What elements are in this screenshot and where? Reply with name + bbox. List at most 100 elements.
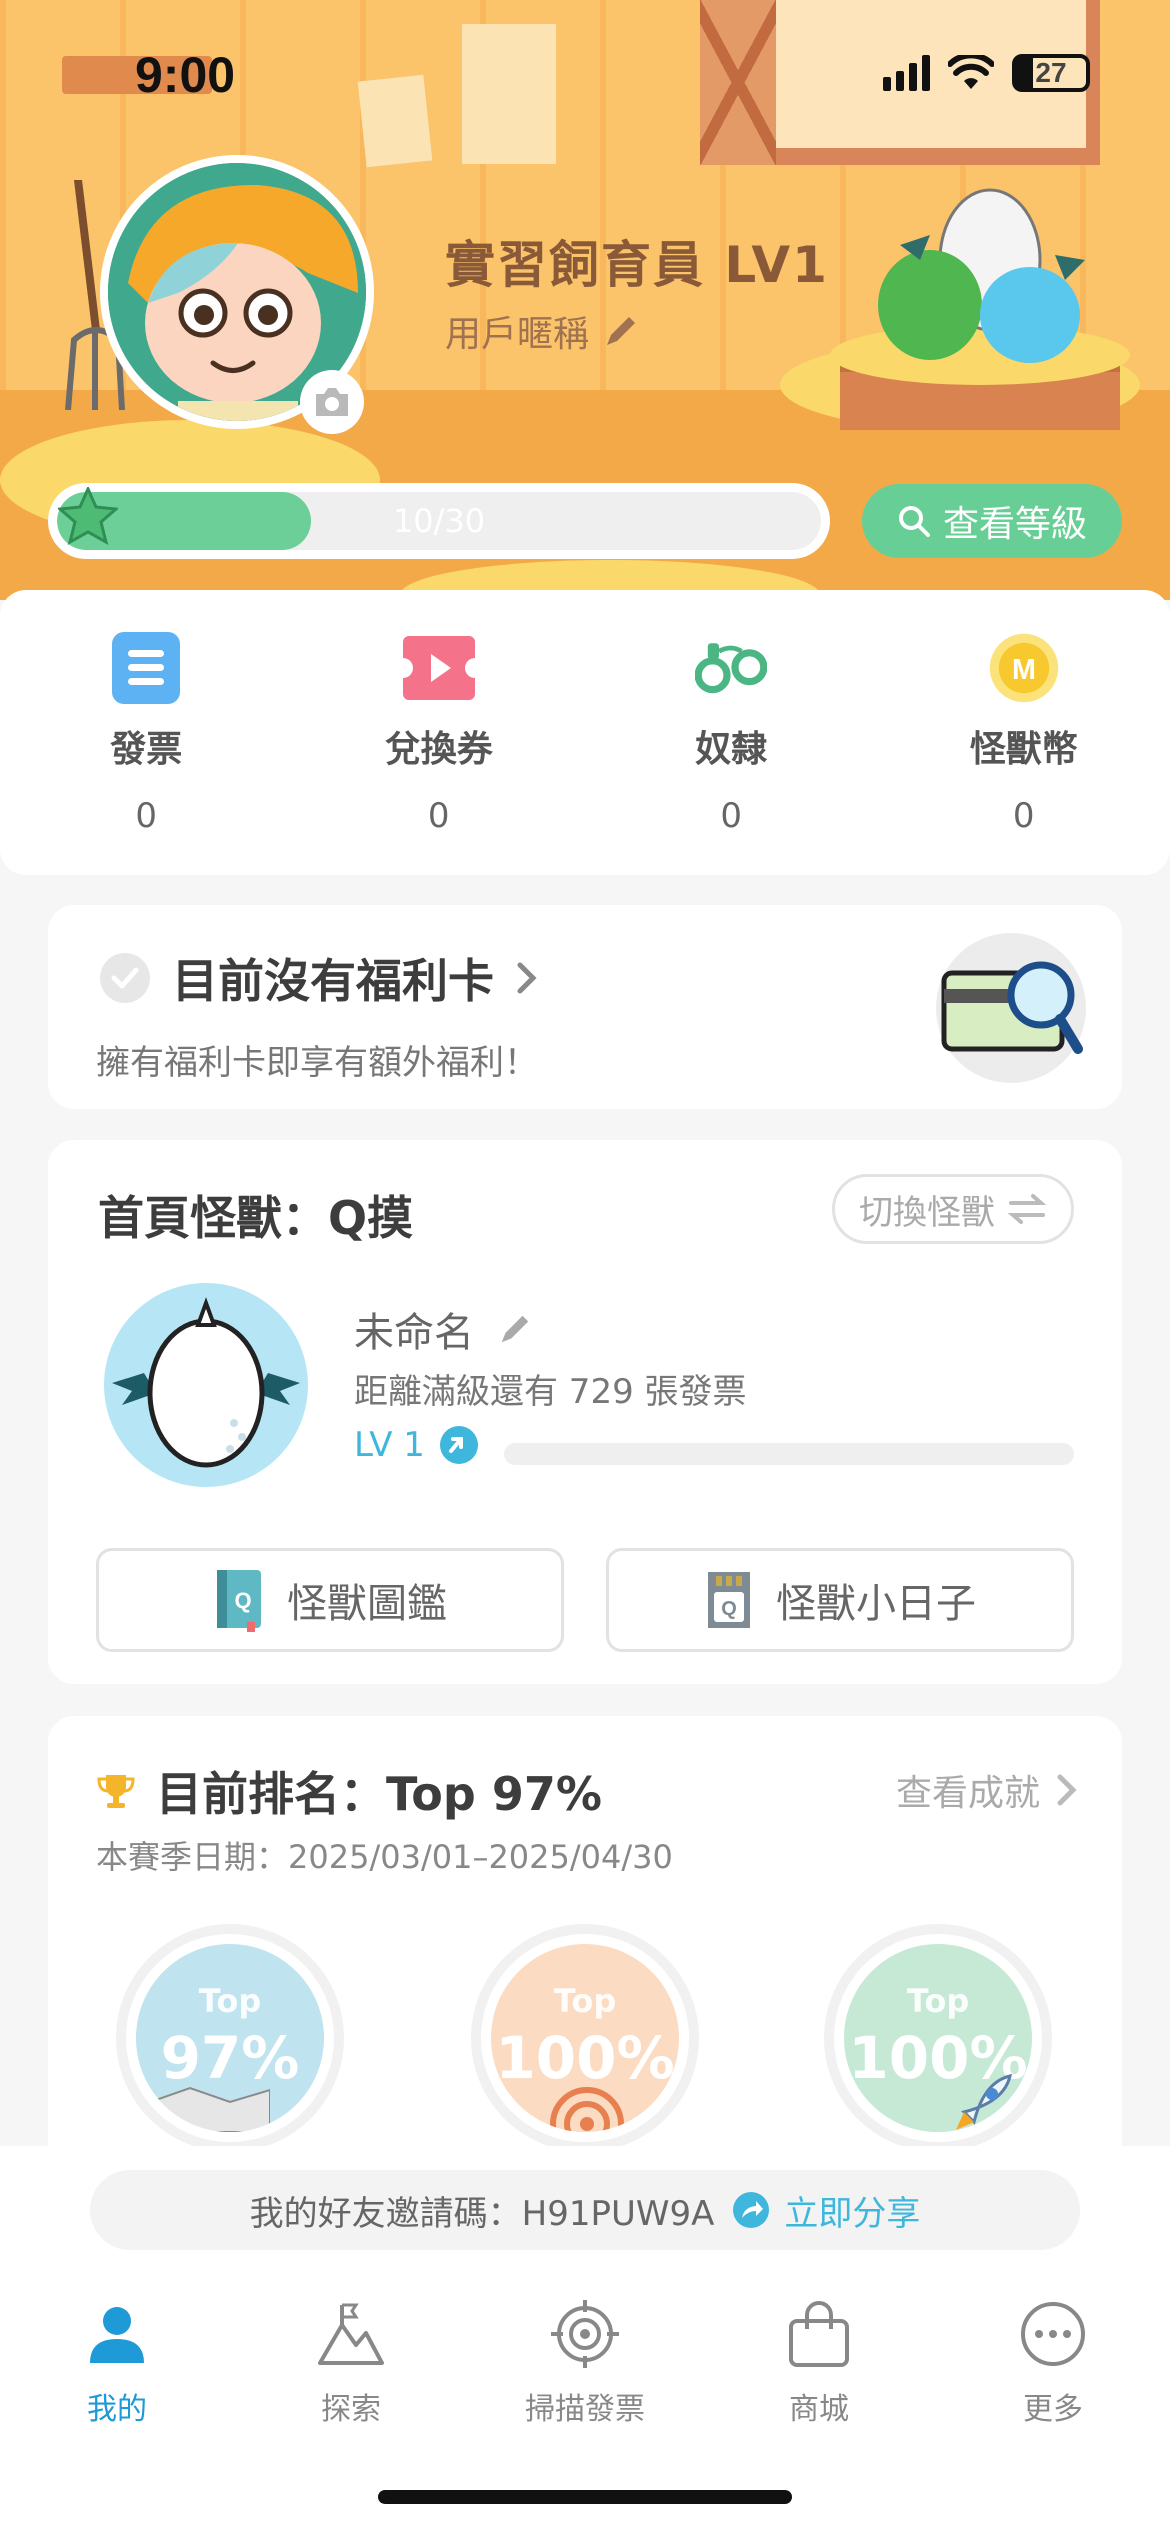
view-level-button[interactable]: 查看等級 [862, 484, 1122, 558]
monster-book-button[interactable]: Q 怪獸圖鑑 [96, 1548, 564, 1652]
egg-nest-illustration [830, 188, 1130, 430]
stat-label: 怪獸幣 [969, 729, 1078, 770]
switch-monster-button[interactable]: 切換怪獸 [832, 1174, 1074, 1244]
monster-diary-button[interactable]: Q 怪獸小日子 [606, 1548, 1074, 1652]
monster-name-edit[interactable]: 未命名 [354, 1300, 532, 1358]
welfare-card[interactable]: 目前沒有福利卡 擁有福利卡即享有額外福利！ [48, 905, 1122, 1109]
stats-bar: 發票 0 兌換券 0 奴隸 0 M 怪獸幣 0 [0, 590, 1170, 875]
status-icons: 27 [883, 54, 1090, 92]
view-achievements-label: 查看成就 [895, 1773, 1040, 1814]
wifi-icon [948, 55, 994, 89]
view-level-label: 查看等級 [942, 504, 1087, 545]
view-achievements-link[interactable]: 查看成就 [896, 1764, 1078, 1816]
card-magnifier-icon [941, 961, 1083, 1054]
welfare-subtitle: 擁有福利卡即享有額外福利！ [96, 1043, 538, 1083]
rank-ring-fill: Top 100% [491, 1944, 679, 2132]
tab-profile[interactable]: 我的 [0, 2296, 234, 2428]
level-up-arrow-icon [439, 1426, 478, 1464]
tab-label: 探索 [321, 2392, 381, 2427]
handcuffs-icon [695, 632, 768, 704]
experience-progress-bar: 10/30 [48, 483, 830, 559]
user-title: 實習飼育員 LV1 [445, 236, 829, 294]
coin-icon: M [988, 632, 1060, 704]
stat-vouchers[interactable]: 兌換券 0 [293, 590, 586, 875]
stat-invoices[interactable]: 發票 0 [0, 590, 293, 875]
search-icon [898, 506, 930, 537]
check-icon [100, 953, 150, 1003]
home-indicator [378, 2490, 792, 2504]
monster-avatar[interactable] [104, 1283, 308, 1487]
memory-card-icon: Q [708, 1572, 750, 1628]
welfare-card-illustration [936, 933, 1086, 1083]
cellular-signal-icon [883, 55, 930, 91]
tab-explore[interactable]: 探索 [234, 2296, 468, 2428]
stat-label: 發票 [110, 729, 183, 770]
rank-ring-1[interactable]: Top 97% [116, 1924, 344, 2152]
mountain-flag-icon [313, 2296, 389, 2372]
rank-ring-top: Top [906, 1982, 970, 2020]
target-icon [547, 2296, 623, 2372]
play-ticket-icon [402, 632, 475, 704]
chevron-right-icon [517, 962, 537, 994]
monster-diary-label: 怪獸小日子 [776, 1581, 976, 1627]
tab-label: 商城 [789, 2392, 849, 2427]
chevron-right-icon [1057, 1774, 1077, 1806]
share-now-link[interactable]: 立即分享 [732, 2186, 920, 2235]
pencil-icon [501, 1315, 529, 1343]
rank-ring-3[interactable]: Top 100% [824, 1924, 1052, 2152]
winged-egg-illustration [112, 1297, 300, 1468]
stat-value: 0 [135, 796, 158, 836]
stat-slaves[interactable]: 奴隸 0 [585, 590, 878, 875]
tab-bar: 我的 探索 掃描發票 商城 更多 [0, 2296, 1170, 2428]
nickname-edit[interactable]: 用戶暱稱 [445, 305, 639, 357]
tab-label: 更多 [1023, 2392, 1083, 2427]
stat-value: 0 [427, 796, 450, 836]
svg-text:M: M [1012, 654, 1036, 686]
swap-arrows-icon [1007, 1194, 1047, 1224]
welfare-title: 目前沒有福利卡 [172, 954, 494, 1008]
tab-label: 掃描發票 [525, 2392, 645, 2427]
battery-level: 27 [1035, 57, 1067, 88]
share-icon [733, 2192, 770, 2228]
rank-ring-2[interactable]: Top 100% [471, 1924, 699, 2152]
monster-name: 未命名 [354, 1310, 474, 1356]
invite-code-bar[interactable]: 我的好友邀請碼：H91PUW9A 立即分享 [90, 2170, 1080, 2250]
stat-value: 0 [720, 796, 743, 836]
stat-label: 兌換券 [384, 729, 493, 770]
star-icon [58, 487, 118, 545]
battery-icon: 27 [1012, 54, 1090, 92]
pencil-icon [607, 317, 636, 345]
list-icon [110, 632, 182, 704]
newspaper-icon [150, 2086, 270, 2132]
bottom-bar: 我的好友邀請碼：H91PUW9A 立即分享 我的 探索 掃描發票 商城 更多 [0, 2146, 1170, 2532]
stat-monster-coins[interactable]: M 怪獸幣 0 [878, 590, 1170, 875]
shopping-bag-icon [781, 2296, 857, 2372]
rank-ring-fill: Top 97% [136, 1944, 324, 2132]
wall-paper [357, 74, 433, 168]
change-avatar-camera-button[interactable] [300, 370, 364, 434]
experience-progress-text: 10/30 [392, 502, 486, 540]
svg-text:Q: Q [721, 1598, 737, 1620]
season-dates: 本賽季日期：2025/03/01–2025/04/30 [96, 1838, 673, 1876]
switch-monster-label: 切換怪獸 [859, 1192, 995, 1233]
invite-code-text: 我的好友邀請碼：H91PUW9A [249, 2193, 715, 2234]
monster-level-progress-bar [504, 1443, 1074, 1465]
stat-value: 0 [1012, 796, 1035, 836]
stat-label: 奴隸 [695, 729, 768, 770]
rank-ring-top: Top [198, 1982, 262, 2020]
monster-book-label: 怪獸圖鑑 [287, 1581, 447, 1627]
tab-shop[interactable]: 商城 [702, 2296, 936, 2428]
camera-icon [316, 388, 348, 416]
svg-text:Q: Q [234, 1588, 251, 1613]
more-dots-icon [1015, 2296, 1091, 2372]
rank-ring-top: Top [553, 1982, 617, 2020]
home-monster-title: 首頁怪獸：Q摸 [98, 1191, 414, 1245]
tab-more[interactable]: 更多 [936, 2296, 1170, 2428]
rank-ring-fill: Top 100% [844, 1944, 1032, 2132]
monster-level: LV 1 [354, 1425, 479, 1465]
tab-scan-invoice[interactable]: 掃描發票 [468, 2296, 702, 2428]
rocket-icon [956, 2073, 1013, 2130]
tab-label: 我的 [87, 2392, 147, 2427]
nickname-text: 用戶暱稱 [445, 314, 590, 355]
book-icon: Q [217, 1570, 261, 1632]
